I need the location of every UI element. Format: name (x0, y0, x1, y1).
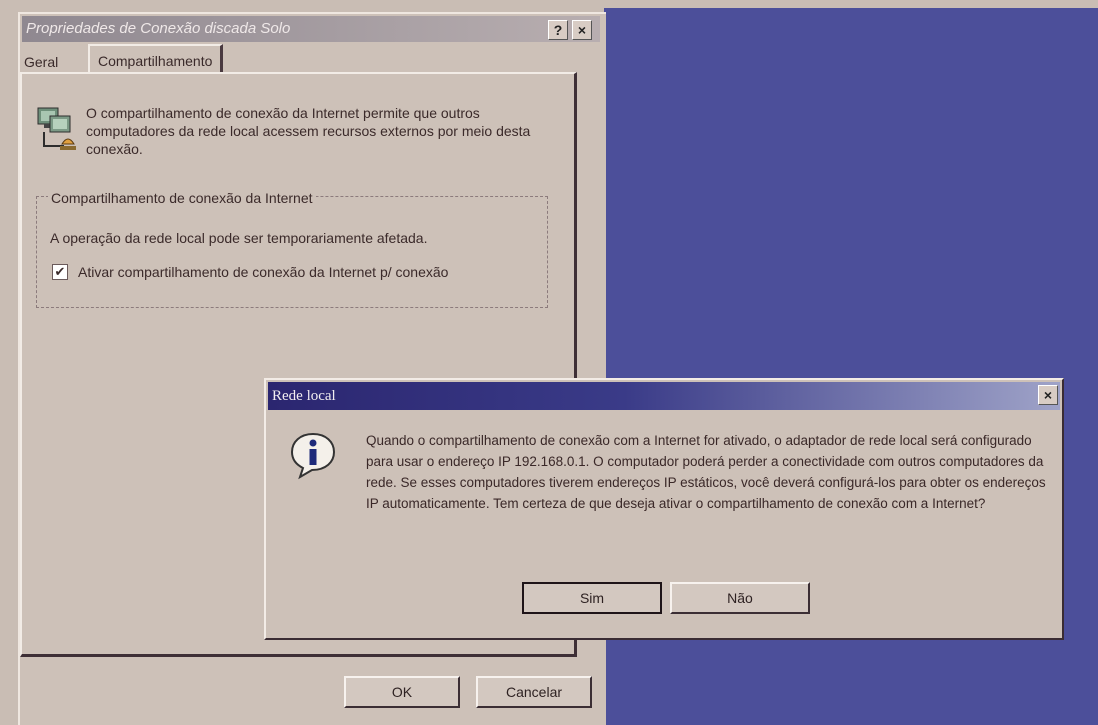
enable-sharing-checkbox[interactable]: ✔ (52, 264, 68, 280)
properties-title-bar[interactable]: Propriedades de Conexão discada Solo (22, 16, 600, 42)
message-text: Quando o compartilhamento de conexão com… (366, 433, 1046, 511)
sharing-description: O compartilhamento de conexão da Interne… (86, 105, 531, 157)
message-title: Rede local (272, 388, 336, 404)
groupbox-title: Compartilhamento de conexão da Internet (48, 190, 316, 206)
ok-button[interactable]: OK (344, 676, 460, 708)
message-dialog: Rede local × Quando o compartilhamento d… (264, 378, 1064, 640)
help-button[interactable]: ? (548, 20, 568, 40)
network-sharing-icon (34, 102, 82, 163)
warning-text: A operação da rede local pode ser tempor… (50, 230, 428, 246)
close-button[interactable]: × (572, 20, 592, 40)
properties-title: Propriedades de Conexão discada Solo (26, 20, 291, 37)
yes-button[interactable]: Sim (522, 582, 662, 614)
tab-compartilhamento[interactable]: Compartilhamento (88, 44, 224, 74)
cancel-button[interactable]: Cancelar (476, 676, 592, 708)
tab-geral[interactable]: Geral (24, 54, 58, 70)
message-title-bar[interactable]: Rede local (268, 382, 1060, 410)
information-icon (288, 430, 338, 485)
message-close-button[interactable]: × (1038, 385, 1058, 405)
no-button[interactable]: Não (670, 582, 810, 614)
sharing-groupbox (36, 196, 548, 308)
enable-sharing-label[interactable]: Ativar compartilhamento de conexão da In… (78, 264, 448, 280)
